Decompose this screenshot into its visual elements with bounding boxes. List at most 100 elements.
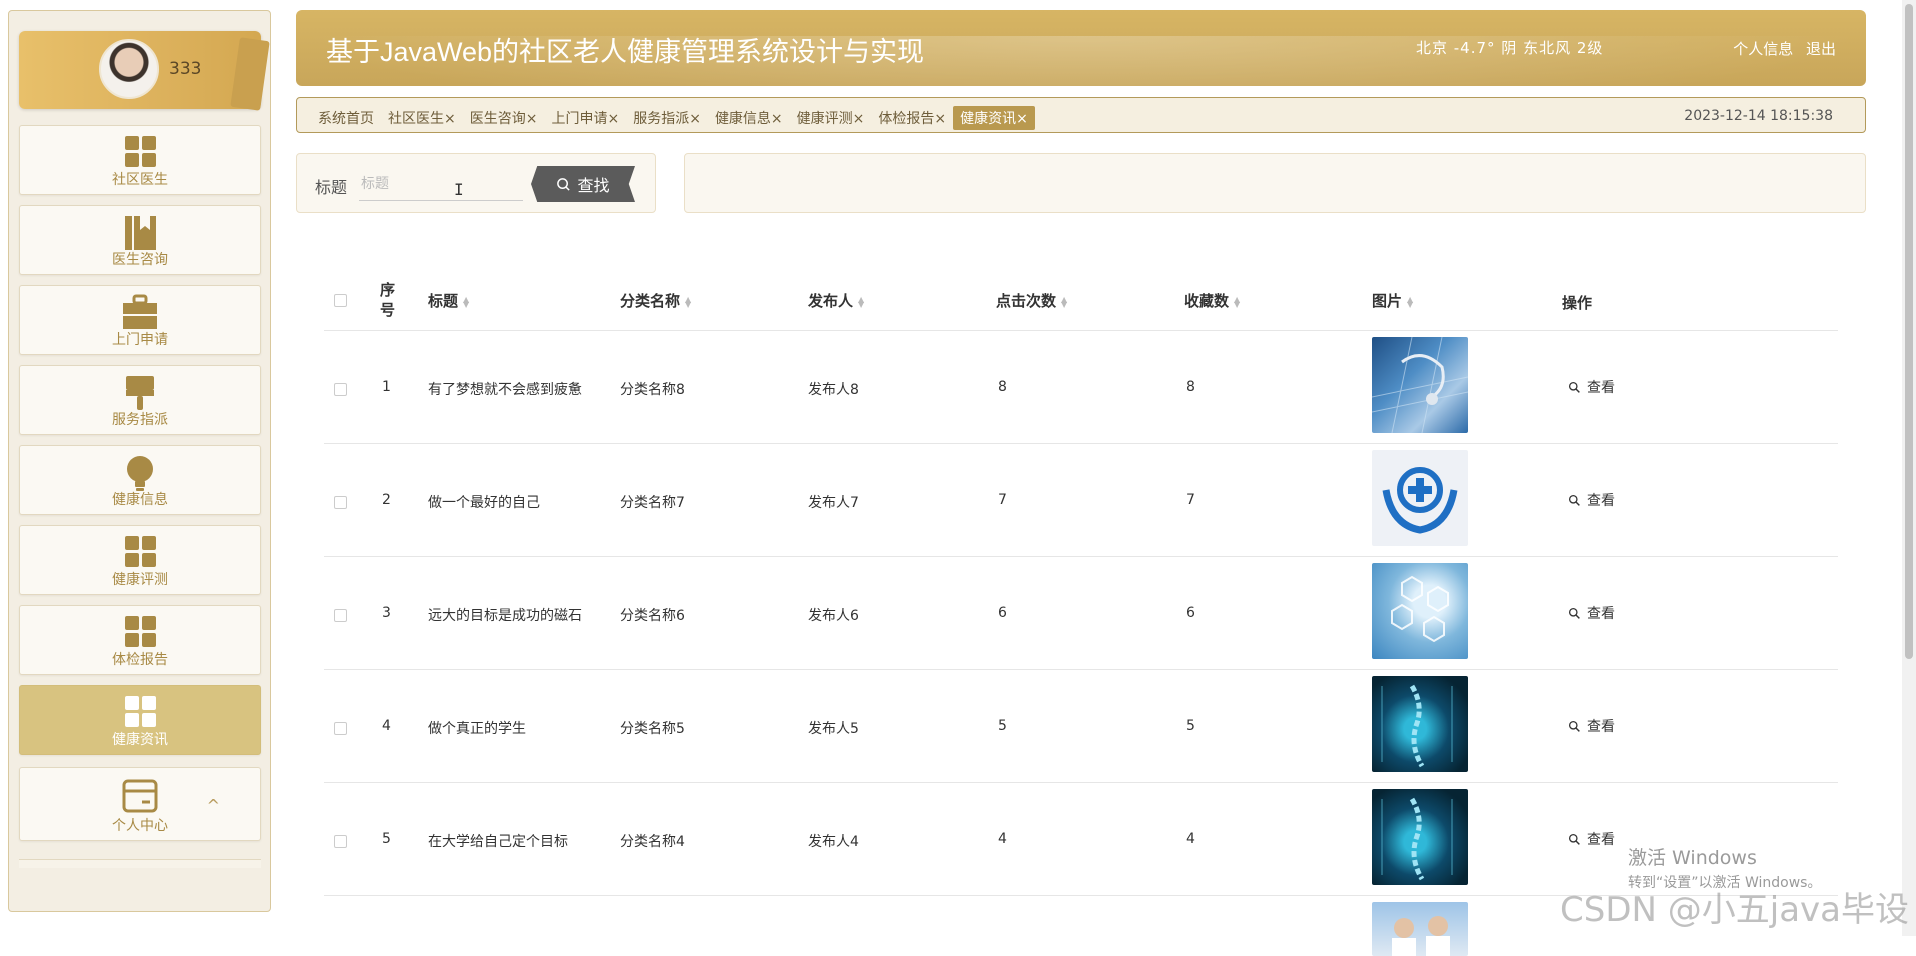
cell-index: 2	[382, 492, 391, 508]
tab-health-eval[interactable]: 健康评测×	[790, 106, 872, 130]
profile-link[interactable]: 个人信息	[1733, 40, 1793, 58]
user-card[interactable]: 333	[19, 31, 270, 111]
logout-link[interactable]: 退出	[1806, 40, 1836, 58]
search-button[interactable]: 查找	[531, 166, 635, 202]
cell-publisher: 发布人8	[808, 382, 859, 398]
news-thumbnail[interactable]	[1372, 789, 1468, 885]
col-category[interactable]: 分类名称 ▲ ▼	[620, 290, 691, 311]
cell-index: 1	[382, 379, 391, 395]
grid-icon	[125, 136, 156, 167]
cell-title: 远大的目标是成功的磁石	[428, 608, 582, 624]
user-name: 333	[169, 59, 202, 79]
search-button-label: 查找	[577, 176, 610, 195]
sidebar-item-service-assign[interactable]: 服务指派	[19, 365, 261, 435]
news-thumbnail[interactable]	[1372, 450, 1468, 546]
view-label: 查看	[1587, 493, 1615, 509]
tab-bar: 系统首页 社区医生× 医生咨询× 上门申请× 服务指派× 健康信息× 健康评测×…	[296, 97, 1866, 133]
view-button[interactable]: 查看	[1568, 377, 1615, 397]
sidebar-item-checkup-report[interactable]: 体检报告	[19, 605, 261, 675]
select-all-checkbox[interactable]	[334, 294, 347, 307]
news-thumbnail[interactable]	[1372, 337, 1468, 433]
row-checkbox[interactable]	[334, 835, 347, 848]
tab-service-assign[interactable]: 服务指派×	[626, 106, 708, 130]
col-clicks[interactable]: 点击次数 ▲ ▼	[996, 290, 1067, 311]
sidebar-item-label: 上门申请	[112, 332, 168, 348]
cell-category: 分类名称7	[620, 495, 685, 511]
bulb-icon	[127, 456, 153, 491]
view-button[interactable]: 查看	[1568, 603, 1615, 623]
view-label: 查看	[1587, 719, 1615, 735]
tab-community-doctor[interactable]: 社区医生×	[381, 106, 463, 130]
avatar[interactable]	[99, 39, 159, 99]
sidebar-item-health-news[interactable]: 健康资讯	[19, 685, 261, 755]
search-label: 标题	[315, 178, 348, 197]
news-thumbnail[interactable]	[1372, 563, 1468, 659]
sidebar-item-label: 健康信息	[112, 492, 168, 508]
tab-home-visit[interactable]: 上门申请×	[544, 106, 626, 130]
view-label: 查看	[1587, 832, 1615, 848]
col-publisher[interactable]: 发布人 ▲ ▼	[808, 290, 864, 311]
col-actions: 操作	[1562, 294, 1593, 312]
cell-publisher: 发布人4	[808, 834, 859, 850]
sort-icon[interactable]: ▲ ▼	[858, 295, 864, 308]
cell-publisher: 发布人5	[808, 721, 859, 737]
scrollbar-thumb[interactable]	[1905, 4, 1913, 659]
col-favorites[interactable]: 收藏数 ▲ ▼	[1184, 290, 1240, 311]
top-header: 基于JavaWeb的社区老人健康管理系统设计与实现 北京 -4.7° 阴 东北风…	[296, 10, 1866, 86]
sort-icon[interactable]: ▲ ▼	[1234, 295, 1240, 308]
cell-favorites: 6	[1186, 605, 1195, 621]
col-image[interactable]: 图片 ▲ ▼	[1372, 290, 1413, 311]
news-table: 序号 标题 ▲ ▼ 分类名称 ▲ ▼ 发布人 ▲ ▼ 点击次数 ▲ ▼ 收藏数 ▲ ▼ 图片 ▲ ▼ 操…	[324, 268, 1838, 956]
row-checkbox[interactable]	[334, 383, 347, 396]
cell-publisher: 发布人6	[808, 608, 859, 624]
cell-favorites: 5	[1186, 718, 1195, 734]
sort-icon[interactable]: ▲ ▼	[1061, 295, 1067, 308]
sidebar-item-label: 体检报告	[112, 652, 168, 668]
sidebar-item-label: 医生咨询	[112, 252, 168, 268]
cell-clicks: 5	[998, 718, 1007, 734]
card-icon	[122, 779, 158, 813]
grid-icon	[125, 616, 156, 647]
tab-home[interactable]: 系统首页	[311, 106, 381, 130]
tab-checkup-report[interactable]: 体检报告×	[871, 106, 953, 130]
sidebar-item-label: 服务指派	[112, 412, 168, 428]
sidebar-item-health-eval[interactable]: 健康评测	[19, 525, 261, 595]
row-checkbox[interactable]	[334, 722, 347, 735]
view-button[interactable]: 查看	[1568, 490, 1615, 510]
sidebar-submenu-edge	[19, 859, 261, 868]
cell-favorites: 7	[1186, 492, 1195, 508]
chevron-up-icon[interactable]: ^	[207, 796, 220, 815]
sort-icon[interactable]: ▲ ▼	[685, 295, 691, 308]
row-checkbox[interactable]	[334, 496, 347, 509]
view-button[interactable]: 查看	[1568, 716, 1615, 736]
sidebar-item-community-doctor[interactable]: 社区医生	[19, 125, 261, 195]
tab-health-info[interactable]: 健康信息×	[708, 106, 790, 130]
sidebar-item-doctor-consult[interactable]: 医生咨询	[19, 205, 261, 275]
cell-clicks: 6	[998, 605, 1007, 621]
news-thumbnail[interactable]	[1372, 902, 1468, 956]
cell-index: 5	[382, 831, 391, 847]
row-checkbox[interactable]	[334, 609, 347, 622]
col-title[interactable]: 标题 ▲ ▼	[428, 290, 469, 311]
news-thumbnail[interactable]	[1372, 676, 1468, 772]
cell-index: 3	[382, 605, 391, 621]
cell-publisher: 发布人7	[808, 495, 859, 511]
sort-icon[interactable]: ▲ ▼	[463, 295, 469, 308]
view-label: 查看	[1587, 606, 1615, 622]
sort-icon[interactable]: ▲ ▼	[1407, 295, 1413, 308]
col-index: 序号	[380, 281, 396, 319]
view-button[interactable]: 查看	[1568, 829, 1615, 849]
tab-doctor-consult[interactable]: 医生咨询×	[463, 106, 545, 130]
header-links: 个人信息 退出	[1725, 38, 1836, 59]
page-scrollbar[interactable]	[1902, 0, 1916, 936]
view-label: 查看	[1587, 380, 1615, 396]
sidebar-item-home-visit[interactable]: 上门申请	[19, 285, 261, 355]
tab-health-news[interactable]: 健康资讯×	[953, 106, 1035, 130]
cell-clicks: 8	[998, 379, 1007, 395]
sidebar-item-health-info[interactable]: 健康信息	[19, 445, 261, 515]
cell-title: 做个真正的学生	[428, 721, 526, 737]
sidebar-item-personal-center[interactable]: ^ 个人中心	[19, 767, 261, 841]
search-input[interactable]	[359, 168, 523, 201]
book-icon	[125, 216, 156, 250]
datetime: 2023-12-14 18:15:38	[1684, 108, 1833, 124]
